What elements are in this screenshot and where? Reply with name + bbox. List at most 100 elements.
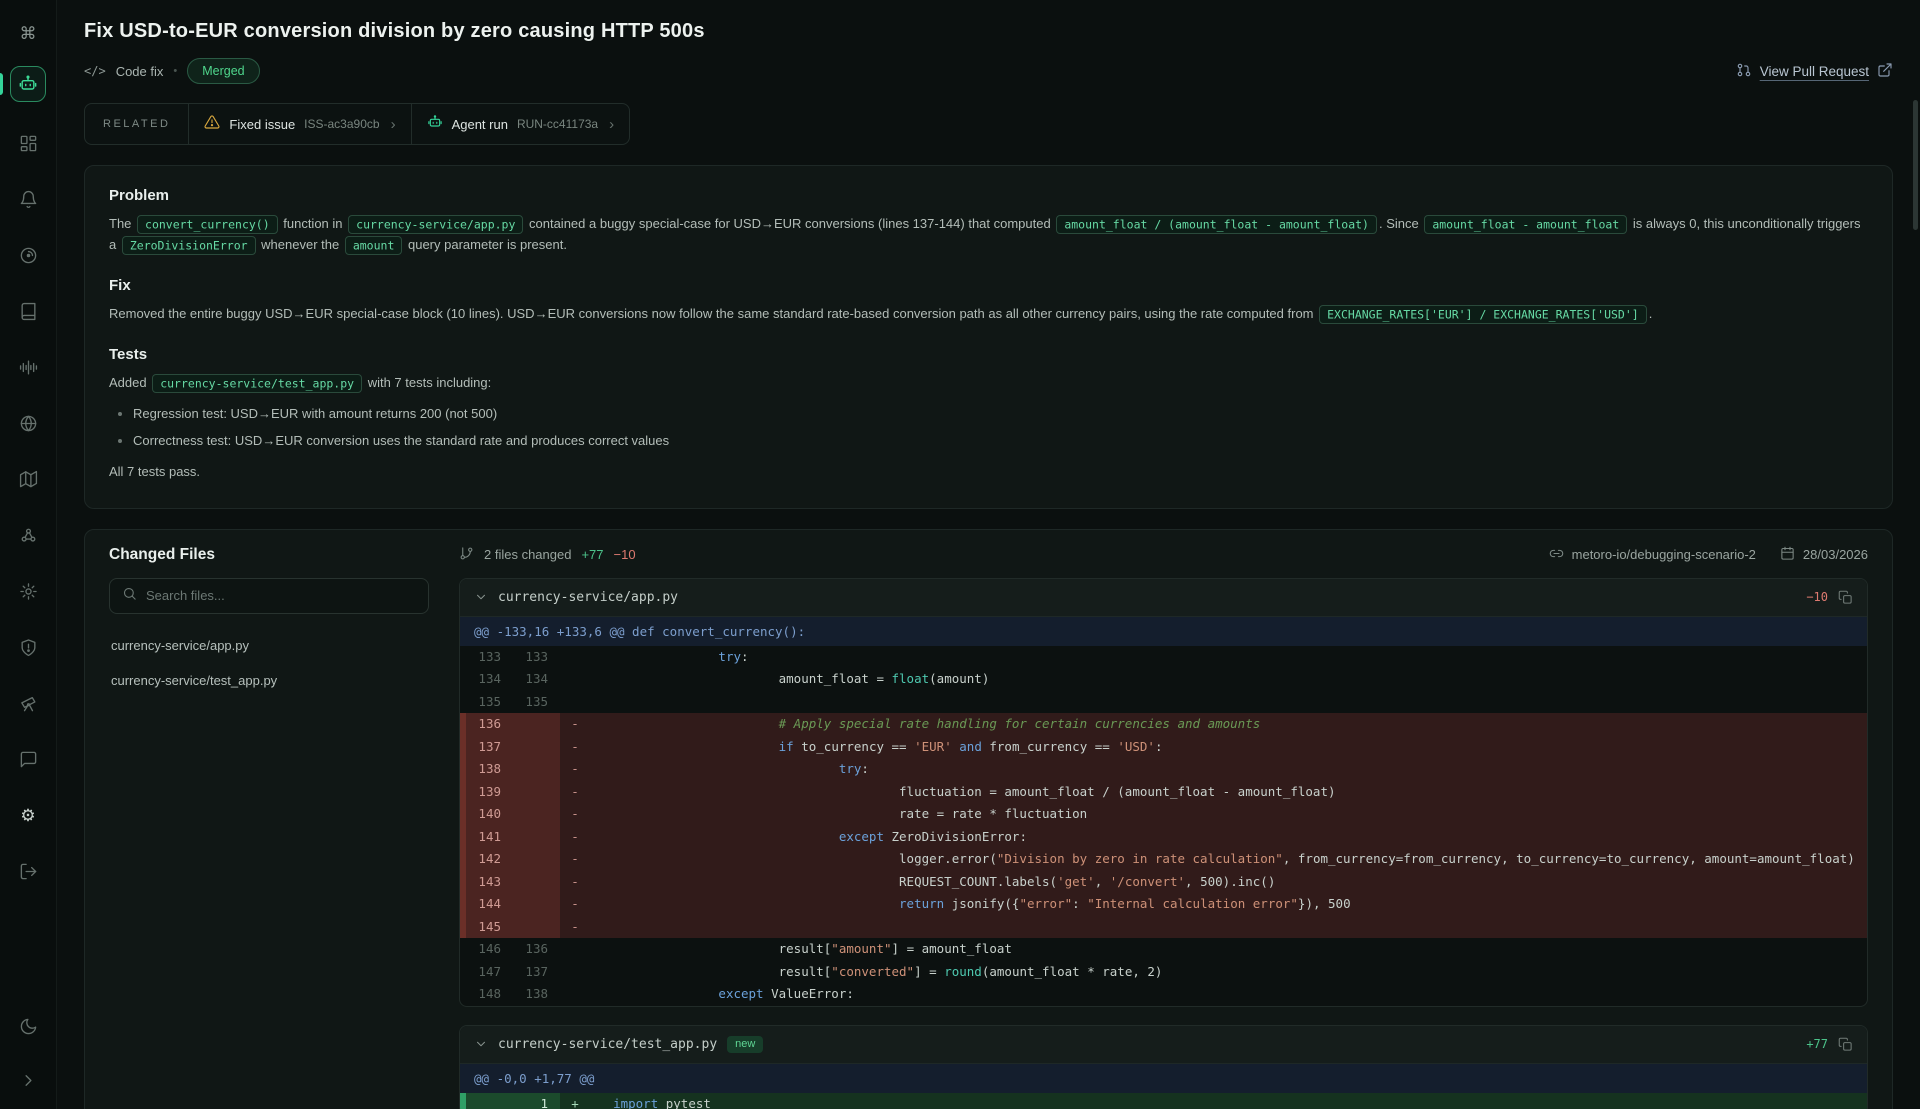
orbit-gear-icon[interactable] [11,576,45,606]
waveform-icon[interactable] [11,352,45,382]
code-line: try: [590,646,1867,669]
diff-marker [560,646,590,669]
changed-files-body: currency-service/app.pycurrency-service/… [109,578,1868,1109]
related-item[interactable]: Fixed issue ISS-ac3a90cb › [188,104,410,144]
diff-file-header[interactable]: currency-service/app.py −10 [460,579,1867,617]
new-line-number [513,848,560,871]
map-icon[interactable] [11,464,45,494]
chevron-right-icon: › [389,116,396,133]
expand-chevron-icon[interactable] [11,1065,45,1095]
related-item-code: RUN-cc41173a [517,117,598,131]
old-line-number: 148 [466,983,513,1006]
repo-name[interactable]: metoro-io/debugging-scenario-2 [1572,547,1756,562]
old-line-number: 145 [466,916,513,939]
robot-icon [427,114,443,135]
chevron-right-icon: › [607,116,614,133]
file-list-item[interactable]: currency-service/app.py [109,628,429,663]
sidebar-bottom [11,1011,45,1095]
radar-icon[interactable] [11,240,45,270]
new-line-number [513,826,560,849]
dot-separator: • [173,65,177,77]
active-indicator [0,73,3,95]
new-line-number: 135 [513,691,560,714]
file-search-input[interactable] [146,588,416,603]
inline-code-chip: amount_float - amount_float [1424,215,1627,234]
new-line-number [513,758,560,781]
old-line-number: 142 [466,848,513,871]
section-paragraph: Added currency-service/test_app.py with … [109,372,1868,393]
chat-icon[interactable] [11,744,45,774]
command-icon[interactable]: ⌘ [11,18,45,48]
test-list-item: Correctness test: USD→EUR conversion use… [133,431,1868,452]
search-icon [122,586,137,606]
inline-code-chip: currency-service/test_app.py [152,374,362,393]
diff-stats: 2 files changed +77 −10 [459,546,636,564]
summary-card: Problem The convert_currency() function … [84,165,1893,509]
inline-code-chip: amount [345,236,403,255]
shield-alert-icon[interactable] [11,632,45,662]
diff-line: 135 135 [460,691,1867,714]
related-label: RELATED [85,104,188,144]
section-paragraph: All 7 tests pass. [109,461,1868,482]
code-line [590,691,1867,714]
code-line: if to_currency == 'EUR' and from_currenc… [590,736,1867,759]
diff-line: 143 - REQUEST_COUNT.labels('get', '/conv… [460,871,1867,894]
agent-bot-icon[interactable] [10,66,46,102]
section-heading: Tests [109,346,1868,363]
old-line-number: 136 [466,713,513,736]
git-branch-icon [459,546,474,564]
code-line: try: [590,758,1867,781]
file-list-item[interactable]: currency-service/test_app.py [109,663,429,698]
diff-marker: - [560,871,590,894]
summary-section: Fix Removed the entire buggy USD→EUR spe… [109,277,1868,324]
code-line: REQUEST_COUNT.labels('get', '/convert', … [590,871,1867,894]
inline-code-chip: convert_currency() [137,215,278,234]
old-line-number: 137 [466,736,513,759]
related-item[interactable]: Agent run RUN-cc41173a › [411,104,630,144]
related-bar: RELATED Fixed issue ISS-ac3a90cb › Agent… [84,103,630,145]
diff-stat: −10 [1806,590,1828,604]
view-pull-request-link[interactable]: View Pull Request [1736,62,1893,81]
copy-icon[interactable] [1838,590,1853,605]
diff-line: 141 - except ZeroDivisionError: [460,826,1867,849]
diff-marker: - [560,826,590,849]
merge-date: 28/03/2026 [1803,547,1868,562]
changed-files-header: Changed Files 2 files changed +77 −10 me… [109,546,1868,564]
diff-file-header[interactable]: currency-service/test_app.py new +77 [460,1026,1867,1064]
new-line-number: 133 [513,646,560,669]
new-line-number: 134 [513,668,560,691]
diff-line: 136 - # Apply special rate handling for … [460,713,1867,736]
code-line: fluctuation = amount_float / (amount_flo… [590,781,1867,804]
chevron-down-icon [474,1037,488,1051]
diff-line: 148 138 except ValueError: [460,983,1867,1006]
diff-line: 139 - fluctuation = amount_float / (amou… [460,781,1867,804]
diff-line: 1 + import pytest [460,1093,1867,1109]
diff-filename: currency-service/app.py [498,590,678,605]
logout-icon[interactable] [11,856,45,886]
new-line-number [513,803,560,826]
deletions-count: −10 [614,547,636,562]
settings-gear-icon[interactable]: ⚙ [11,800,45,830]
book-icon[interactable] [11,296,45,326]
moon-icon[interactable] [11,1011,45,1041]
summary-section: Problem The convert_currency() function … [109,187,1868,255]
globe-icon[interactable] [11,408,45,438]
hunk-header: @@ -133,16 +133,6 @@ def convert_currenc… [460,617,1867,646]
sidebar-nav: ⚙ [11,128,45,886]
scrollbar-thumb[interactable] [1913,100,1918,230]
dashboard-icon[interactable] [11,128,45,158]
section-heading: Problem [109,187,1868,204]
telescope-icon[interactable] [11,688,45,718]
diff-marker [560,668,590,691]
notifications-bell-icon[interactable] [11,184,45,214]
type-label: Code fix [116,64,164,79]
copy-icon[interactable] [1838,1037,1853,1052]
code-fix-icon: </> [84,64,106,78]
diff-marker [560,983,590,1006]
cluster-icon[interactable] [11,520,45,550]
sidebar: ⌘ ⚙ [0,0,57,1109]
diff-column: currency-service/app.py −10 @@ -133,16 +… [459,578,1868,1109]
old-line-number: 134 [466,668,513,691]
calendar-icon [1780,546,1795,564]
diff-filename: currency-service/test_app.py [498,1037,717,1052]
